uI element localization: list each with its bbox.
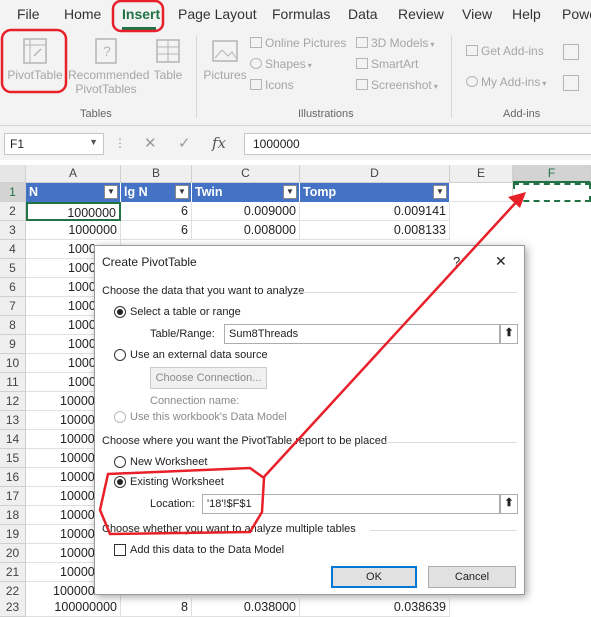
arrow-line (262, 197, 521, 479)
arrow-head (508, 192, 526, 208)
pivottable-highlight (0, 28, 68, 94)
insert-tab-highlight (111, 0, 165, 33)
location-highlight (98, 466, 266, 536)
annotation-overlay (0, 0, 526, 536)
